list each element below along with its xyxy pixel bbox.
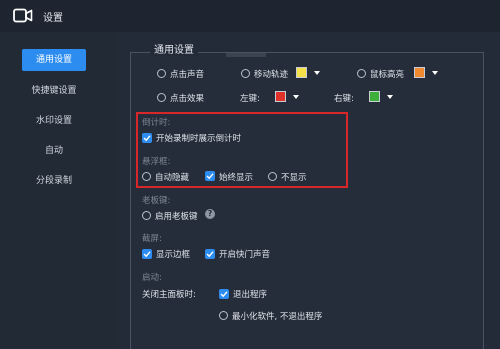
title-bar: 设置 [0, 0, 500, 32]
checkmark-icon [143, 251, 151, 258]
minimize-label: 最小化软件, 不退出程序 [232, 312, 323, 322]
left-key-color-swatch [275, 91, 286, 102]
sidebar-item-general[interactable]: 通用设置 [22, 49, 86, 71]
left-key-label: 左键: [240, 94, 260, 104]
screenshot-section-label: 截屏: [142, 234, 162, 244]
chevron-down-icon [293, 95, 299, 99]
click-effect-label: 点击效果 [170, 94, 205, 104]
sidebar-item-segment-record[interactable]: 分段录制 [22, 170, 86, 192]
shutter-sound-checkbox[interactable] [205, 249, 215, 259]
sidebar-item-auto[interactable]: 自动 [22, 140, 86, 162]
right-key-color-picker[interactable] [369, 90, 399, 104]
countdown-option-label: 开始录制时展示倒计时 [156, 134, 242, 144]
chevron-down-icon [387, 95, 393, 99]
panel-title: 通用设置 [150, 41, 198, 56]
mouse-highlight-radio[interactable] [357, 69, 366, 78]
checkmark-icon [220, 291, 228, 298]
auto-hide-radio[interactable] [142, 172, 151, 181]
chevron-down-icon [432, 71, 438, 75]
checkmark-icon [143, 135, 151, 142]
right-key-label: 右键: [334, 94, 354, 104]
sidebar-item-hotkeys[interactable]: 快捷键设置 [22, 80, 86, 102]
checkmark-icon [206, 251, 214, 258]
boss-key-section-label: 老板键: [142, 196, 171, 206]
boss-key-radio[interactable] [142, 211, 151, 220]
move-trail-label: 移动轨迹 [254, 70, 289, 80]
boss-key-label: 启用老板键 [155, 212, 198, 222]
show-border-label: 显示边框 [156, 250, 191, 260]
sidebar: 通用设置 快捷键设置 水印设置 自动 分段录制 [0, 32, 118, 348]
left-key-color-picker[interactable] [275, 90, 305, 104]
click-sound-radio[interactable] [157, 69, 166, 78]
help-icon[interactable]: ? [205, 209, 215, 219]
hide-label: 不显示 [281, 173, 307, 183]
chevron-down-icon [314, 71, 320, 75]
clipped-text-fragment [226, 53, 266, 57]
exit-program-label: 退出程序 [233, 290, 268, 300]
shutter-sound-label: 开启快门声音 [219, 250, 271, 260]
move-trail-color-picker[interactable] [296, 66, 326, 80]
video-camera-icon [13, 8, 33, 26]
minimize-radio[interactable] [219, 311, 228, 320]
move-trail-radio[interactable] [241, 69, 250, 78]
countdown-section-label: 倒计时: [142, 118, 171, 128]
show-border-checkbox[interactable] [142, 249, 152, 259]
countdown-checkbox[interactable] [142, 133, 152, 143]
startup-section-label: 启动: [142, 273, 162, 283]
click-sound-label: 点击声音 [170, 70, 205, 80]
move-trail-color-swatch [296, 67, 307, 78]
window-title: 设置 [43, 13, 63, 24]
mouse-highlight-color-swatch [414, 67, 425, 78]
close-panel-label: 关闭主面板时: [142, 290, 196, 300]
mouse-highlight-label: 鼠标高亮 [370, 70, 405, 80]
always-show-label: 始终显示 [219, 173, 254, 183]
checkmark-icon [206, 173, 214, 180]
hide-radio[interactable] [268, 172, 277, 181]
auto-hide-label: 自动隐藏 [155, 173, 190, 183]
exit-program-checkbox[interactable] [219, 289, 229, 299]
click-effect-radio[interactable] [157, 93, 166, 102]
mouse-highlight-color-picker[interactable] [414, 66, 444, 80]
always-show-checkbox[interactable] [205, 171, 215, 181]
right-key-color-swatch [369, 91, 380, 102]
floating-section-label: 悬浮框: [142, 157, 171, 167]
sidebar-item-watermark[interactable]: 水印设置 [22, 110, 86, 132]
